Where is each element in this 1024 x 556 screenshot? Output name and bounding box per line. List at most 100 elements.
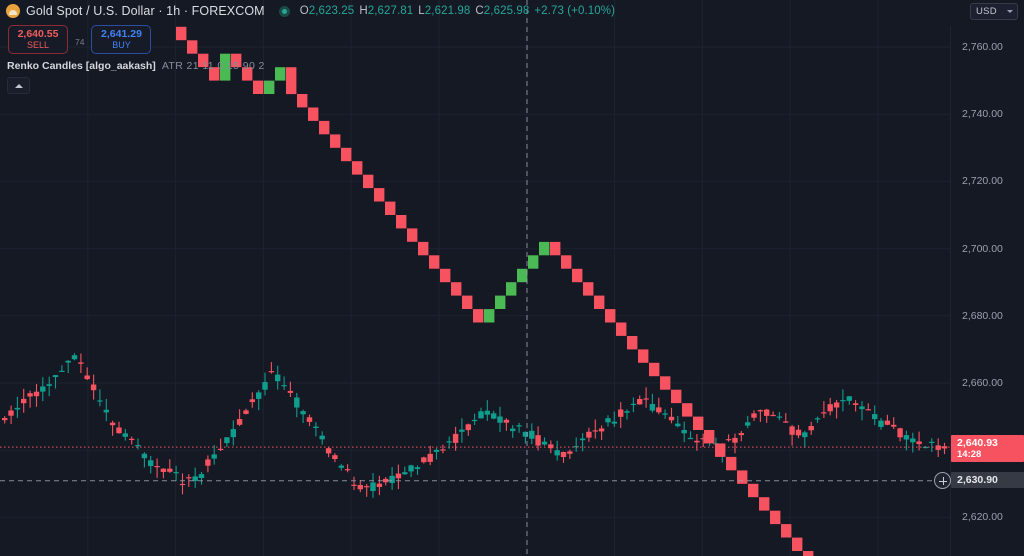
- last-price-value: 2,640.93: [957, 437, 998, 450]
- renko-brick: [462, 295, 473, 309]
- renko-brick: [550, 241, 561, 256]
- renko-brick: [539, 241, 550, 256]
- price-tick-label: 2,660.00: [962, 377, 1003, 389]
- live-status-icon: [278, 5, 290, 17]
- last-price-badge: 2,640.93 14:28: [951, 435, 1024, 463]
- sell-price: 2,640.55: [17, 27, 59, 40]
- price-tick-label: 2,700.00: [962, 242, 1003, 255]
- chevron-down-icon: [1007, 10, 1013, 13]
- chevron-up-icon: [14, 83, 23, 88]
- gold-logo-icon: [6, 4, 20, 18]
- sell-label: SELL: [26, 40, 50, 51]
- last-price-time: 14:28: [957, 449, 982, 461]
- renko-brick: [759, 497, 770, 511]
- renko-brick: [286, 67, 297, 95]
- renko-brick: [715, 443, 726, 457]
- renko-brick: [627, 336, 638, 350]
- sell-button[interactable]: 2,640.55 SELL: [8, 25, 68, 54]
- chart-canvas[interactable]: [0, 0, 950, 556]
- currency-label: USD: [976, 6, 997, 17]
- price-tick-label: 2,620.00: [962, 511, 1003, 524]
- renko-brick: [440, 268, 451, 283]
- renko-brick: [803, 551, 814, 556]
- candlestick-series: [2, 353, 948, 498]
- trade-panel: 2,640.55 SELL 74 2,641.29 BUY: [8, 25, 152, 54]
- renko-brick: [605, 309, 616, 323]
- renko-brick: [572, 268, 583, 283]
- renko-brick: [616, 322, 627, 336]
- price-tick-label: 2,760.00: [962, 41, 1003, 53]
- ohlc-close-value: 2,625.98: [483, 5, 530, 17]
- renko-brick: [275, 67, 286, 81]
- buy-button[interactable]: 2,641.29 BUY: [91, 25, 152, 54]
- buy-label: BUY: [112, 40, 131, 51]
- renko-brick: [429, 255, 440, 269]
- renko-brick: [583, 282, 594, 296]
- renko-brick: [385, 201, 396, 215]
- renko-brick: [506, 282, 517, 296]
- tradingview-chart-window: 2,760.00 2,740.00 2,720.00 2,700.00 2,680.00…: [0, 0, 1024, 556]
- renko-brick-series: [176, 26, 814, 556]
- renko-brick: [495, 295, 506, 309]
- renko-brick: [363, 174, 374, 189]
- renko-brick: [187, 40, 198, 54]
- renko-brick: [726, 456, 737, 471]
- indicator-name: Renko Candles [algo_aakash]: [7, 60, 156, 72]
- renko-brick: [649, 362, 660, 377]
- spread-value: 74: [75, 36, 85, 47]
- price-tick-label: 2,720.00: [962, 175, 1003, 188]
- renko-brick: [396, 215, 407, 229]
- renko-brick: [176, 26, 187, 41]
- renko-brick: [319, 120, 330, 135]
- ohlc-open-key: O: [299, 5, 309, 17]
- renko-brick: [418, 241, 429, 256]
- renko-brick: [264, 80, 275, 94]
- renko-brick: [407, 228, 418, 242]
- renko-brick: [352, 161, 363, 175]
- crosshair-price-badge: 2,630.90: [951, 471, 1024, 488]
- ohlc-change: +2.73 (+0.10%): [534, 5, 616, 17]
- renko-brick: [374, 188, 385, 202]
- renko-brick: [671, 389, 682, 404]
- renko-brick: [451, 282, 462, 296]
- renko-brick: [594, 295, 605, 309]
- renko-brick: [682, 403, 693, 417]
- renko-brick: [253, 80, 264, 94]
- renko-brick: [341, 147, 352, 162]
- renko-brick: [330, 134, 341, 148]
- currency-selector[interactable]: USD: [970, 3, 1018, 20]
- ohlc-high-value: 2,627.81: [367, 5, 414, 17]
- ohlc-low-value: 2,621.98: [424, 5, 471, 17]
- renko-brick: [517, 268, 528, 283]
- renko-brick: [737, 470, 748, 484]
- renko-brick: [660, 376, 671, 390]
- buy-price: 2,641.29: [101, 27, 142, 40]
- ohlc-high-key: H: [359, 5, 368, 17]
- renko-brick: [748, 483, 759, 498]
- renko-brick: [704, 430, 715, 444]
- renko-brick: [693, 416, 704, 430]
- renko-brick: [638, 349, 649, 363]
- renko-brick: [792, 537, 803, 551]
- renko-brick: [561, 255, 572, 269]
- crosshair-price-value: 2,630.90: [957, 473, 998, 486]
- chart-plot-area[interactable]: [0, 0, 950, 556]
- renko-brick: [297, 94, 308, 108]
- legend-collapse-button[interactable]: [7, 77, 30, 94]
- renko-brick: [781, 524, 792, 538]
- price-tick-label: 2,680.00: [962, 309, 1003, 322]
- indicator-params: ATR 21 11 0.15 90 2: [161, 60, 265, 72]
- ohlc-values: O2,623.25 H2,627.81 L2,621.98 C2,625.98 +2.7…: [300, 5, 615, 17]
- renko-brick: [770, 510, 781, 525]
- renko-brick: [308, 107, 319, 121]
- price-tick-label: 2,740.00: [962, 108, 1003, 121]
- renko-brick: [484, 309, 495, 323]
- price-axis[interactable]: 2,760.00 2,740.00 2,720.00 2,700.00 2,680.00…: [934, 0, 1024, 556]
- chart-header: Gold Spot / U.S. Dollar · 1h · FOREXCOM …: [0, 0, 1024, 22]
- renko-brick: [473, 309, 484, 323]
- indicator-legend[interactable]: Renko Candles [algo_aakash] ATR 21 11 0.…: [7, 60, 265, 72]
- renko-brick: [528, 255, 539, 269]
- ohlc-open-value: 2,623.25: [308, 5, 355, 17]
- ohlc-close-key: C: [475, 5, 484, 17]
- symbol-title[interactable]: Gold Spot / U.S. Dollar · 1h · FOREXCOM: [26, 4, 265, 18]
